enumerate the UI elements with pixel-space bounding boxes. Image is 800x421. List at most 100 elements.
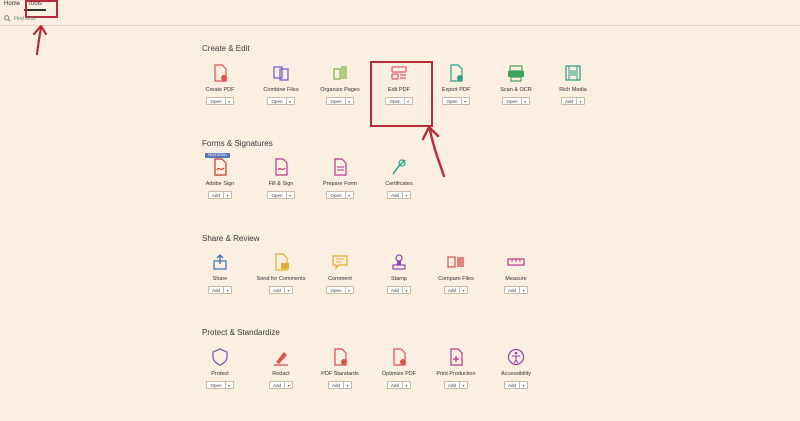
tool-action-button[interactable]: Open ▾ [502, 96, 530, 105]
tool-action-label[interactable]: Add [329, 381, 344, 388]
tool-action-label[interactable]: Open [503, 97, 522, 104]
tool-optimize-pdf[interactable]: Optimize PDF Add ▾ [369, 348, 429, 400]
tool-label: Protect [211, 371, 229, 377]
tool-protect[interactable]: Protect Open ▾ [190, 348, 250, 400]
tool-edit-pdf[interactable]: Edit PDF Open ▾ [369, 64, 429, 116]
tool-action-label[interactable]: Add [445, 381, 460, 388]
tool-action-label[interactable]: Add [270, 381, 285, 388]
compare-files-icon [447, 253, 465, 271]
tool-action-button[interactable]: Add ▾ [443, 380, 468, 389]
tool-send-for-comments[interactable]: Send for Comments Add ▾ [251, 253, 311, 305]
tool-action-label[interactable]: Add [505, 381, 520, 388]
tool-print-production[interactable]: Print Production Add ▾ [426, 348, 486, 400]
chevron-down-icon[interactable]: ▾ [522, 98, 529, 104]
tool-pdf-standards[interactable]: PDF Standards Add ▾ [310, 348, 370, 400]
tool-fill-sign[interactable]: Fill & Sign Open ▾ [251, 158, 311, 210]
tool-action-button[interactable]: Add ▾ [268, 285, 293, 294]
chevron-down-icon[interactable]: ▾ [285, 287, 292, 293]
tool-redact[interactable]: Redact Add ▾ [251, 348, 311, 400]
tab-home[interactable]: Home [0, 0, 24, 11]
chevron-down-icon[interactable]: ▾ [403, 287, 410, 293]
tool-compare-files[interactable]: Compare Files Add ▾ [426, 253, 486, 305]
tool-certificates[interactable]: Certificates Add ▾ [369, 158, 429, 210]
tool-action-button[interactable]: Add ▾ [386, 190, 411, 199]
tool-action-label[interactable]: Add [388, 286, 403, 293]
tool-action-label[interactable]: Add [505, 286, 520, 293]
tool-action-label[interactable]: Open [268, 191, 287, 198]
chevron-down-icon[interactable]: ▾ [224, 287, 231, 293]
tool-action-button[interactable]: Add ▾ [268, 380, 293, 389]
chevron-down-icon[interactable]: ▾ [403, 192, 410, 198]
tool-stamp[interactable]: Stamp Add ▾ [369, 253, 429, 305]
tool-action-button[interactable]: Add ▾ [327, 380, 352, 389]
stamp-icon [390, 253, 408, 271]
chevron-down-icon[interactable]: ▾ [577, 98, 584, 104]
chevron-down-icon[interactable]: ▾ [405, 98, 412, 104]
tool-action-label[interactable]: Open [327, 97, 346, 104]
tool-prepare-form[interactable]: Prepare Form Open ▾ [310, 158, 370, 210]
chevron-down-icon[interactable]: ▾ [226, 382, 233, 388]
tool-comment[interactable]: Comment Open ▾ [310, 253, 370, 305]
tool-action-label[interactable]: Open [327, 286, 346, 293]
chevron-down-icon[interactable]: ▾ [520, 382, 527, 388]
tool-export-pdf[interactable]: Export PDF Open ▾ [426, 64, 486, 116]
tool-rich-media[interactable]: Rich Media Add ▾ [543, 64, 603, 116]
tool-action-label[interactable]: Open [268, 97, 287, 104]
tool-action-label[interactable]: Add [209, 286, 224, 293]
tool-action-label[interactable]: Open [207, 97, 226, 104]
chevron-down-icon[interactable]: ▾ [520, 287, 527, 293]
tool-action-button[interactable]: Add ▾ [207, 190, 232, 199]
chevron-down-icon[interactable]: ▾ [287, 98, 294, 104]
tool-action-button[interactable]: Add ▾ [386, 380, 411, 389]
chevron-down-icon[interactable]: ▾ [346, 287, 353, 293]
tool-action-button[interactable]: Open ▾ [326, 190, 354, 199]
tool-accessibility[interactable]: Accessibility Add ▾ [486, 348, 546, 400]
tool-action-button[interactable]: Add ▾ [443, 285, 468, 294]
tool-scan-ocr[interactable]: Scan & OCR Open ▾ [486, 64, 546, 116]
tool-measure[interactable]: Measure Add ▾ [486, 253, 546, 305]
chevron-down-icon[interactable]: ▾ [346, 98, 353, 104]
tool-action-button[interactable]: Add ▾ [207, 285, 232, 294]
tool-action-button[interactable]: Add ▾ [503, 285, 528, 294]
tool-action-label[interactable]: Add [388, 381, 403, 388]
tool-action-button[interactable]: Open ▾ [442, 96, 470, 105]
chevron-down-icon[interactable]: ▾ [460, 287, 467, 293]
chevron-down-icon[interactable]: ▾ [346, 192, 353, 198]
tool-action-button[interactable]: Add ▾ [560, 96, 585, 105]
chevron-down-icon[interactable]: ▾ [403, 382, 410, 388]
tool-action-button[interactable]: Open ▾ [267, 96, 295, 105]
tool-action-label[interactable]: Add [270, 286, 285, 293]
tool-action-label[interactable]: Open [327, 191, 346, 198]
tool-action-button[interactable]: Open ▾ [385, 96, 413, 105]
tool-action-label[interactable]: Add [209, 191, 224, 198]
chevron-down-icon[interactable]: ▾ [226, 98, 233, 104]
tool-action-button[interactable]: Add ▾ [386, 285, 411, 294]
chevron-down-icon[interactable]: ▾ [287, 192, 294, 198]
tab-tools[interactable]: Tools [24, 0, 47, 11]
tool-action-label[interactable]: Add [445, 286, 460, 293]
chevron-down-icon[interactable]: ▾ [344, 382, 351, 388]
tool-action-label[interactable]: Open [207, 381, 226, 388]
tool-action-label[interactable]: Add [388, 191, 403, 198]
tool-action-label[interactable]: Open [443, 97, 462, 104]
tool-action-button[interactable]: Open ▾ [267, 190, 295, 199]
tool-organize-pages[interactable]: Organize Pages Open ▾ [310, 64, 370, 116]
tool-create-pdf[interactable]: Create PDF Open ▾ [190, 64, 250, 116]
tool-action-button[interactable]: Open ▾ [326, 96, 354, 105]
tool-action-button[interactable]: Open ▾ [206, 380, 234, 389]
tool-action-label[interactable]: Add [562, 97, 577, 104]
tool-action-button[interactable]: Open ▾ [206, 96, 234, 105]
tool-adobe-sign[interactable]: FEATURED Adobe Sign Add ▾ [190, 153, 250, 210]
chevron-down-icon[interactable]: ▾ [462, 98, 469, 104]
tool-combine-files[interactable]: Combine Files Open ▾ [251, 64, 311, 116]
search-input[interactable] [14, 16, 84, 22]
chevron-down-icon[interactable]: ▾ [460, 382, 467, 388]
tool-label: PDF Standards [321, 371, 359, 377]
chevron-down-icon[interactable]: ▾ [224, 192, 231, 198]
tool-action-button[interactable]: Open ▾ [326, 285, 354, 294]
chevron-down-icon[interactable]: ▾ [285, 382, 292, 388]
combine-files-icon [272, 64, 290, 82]
tool-action-label[interactable]: Open [386, 97, 405, 104]
tool-share[interactable]: Share Add ▾ [190, 253, 250, 305]
tool-action-button[interactable]: Add ▾ [503, 380, 528, 389]
